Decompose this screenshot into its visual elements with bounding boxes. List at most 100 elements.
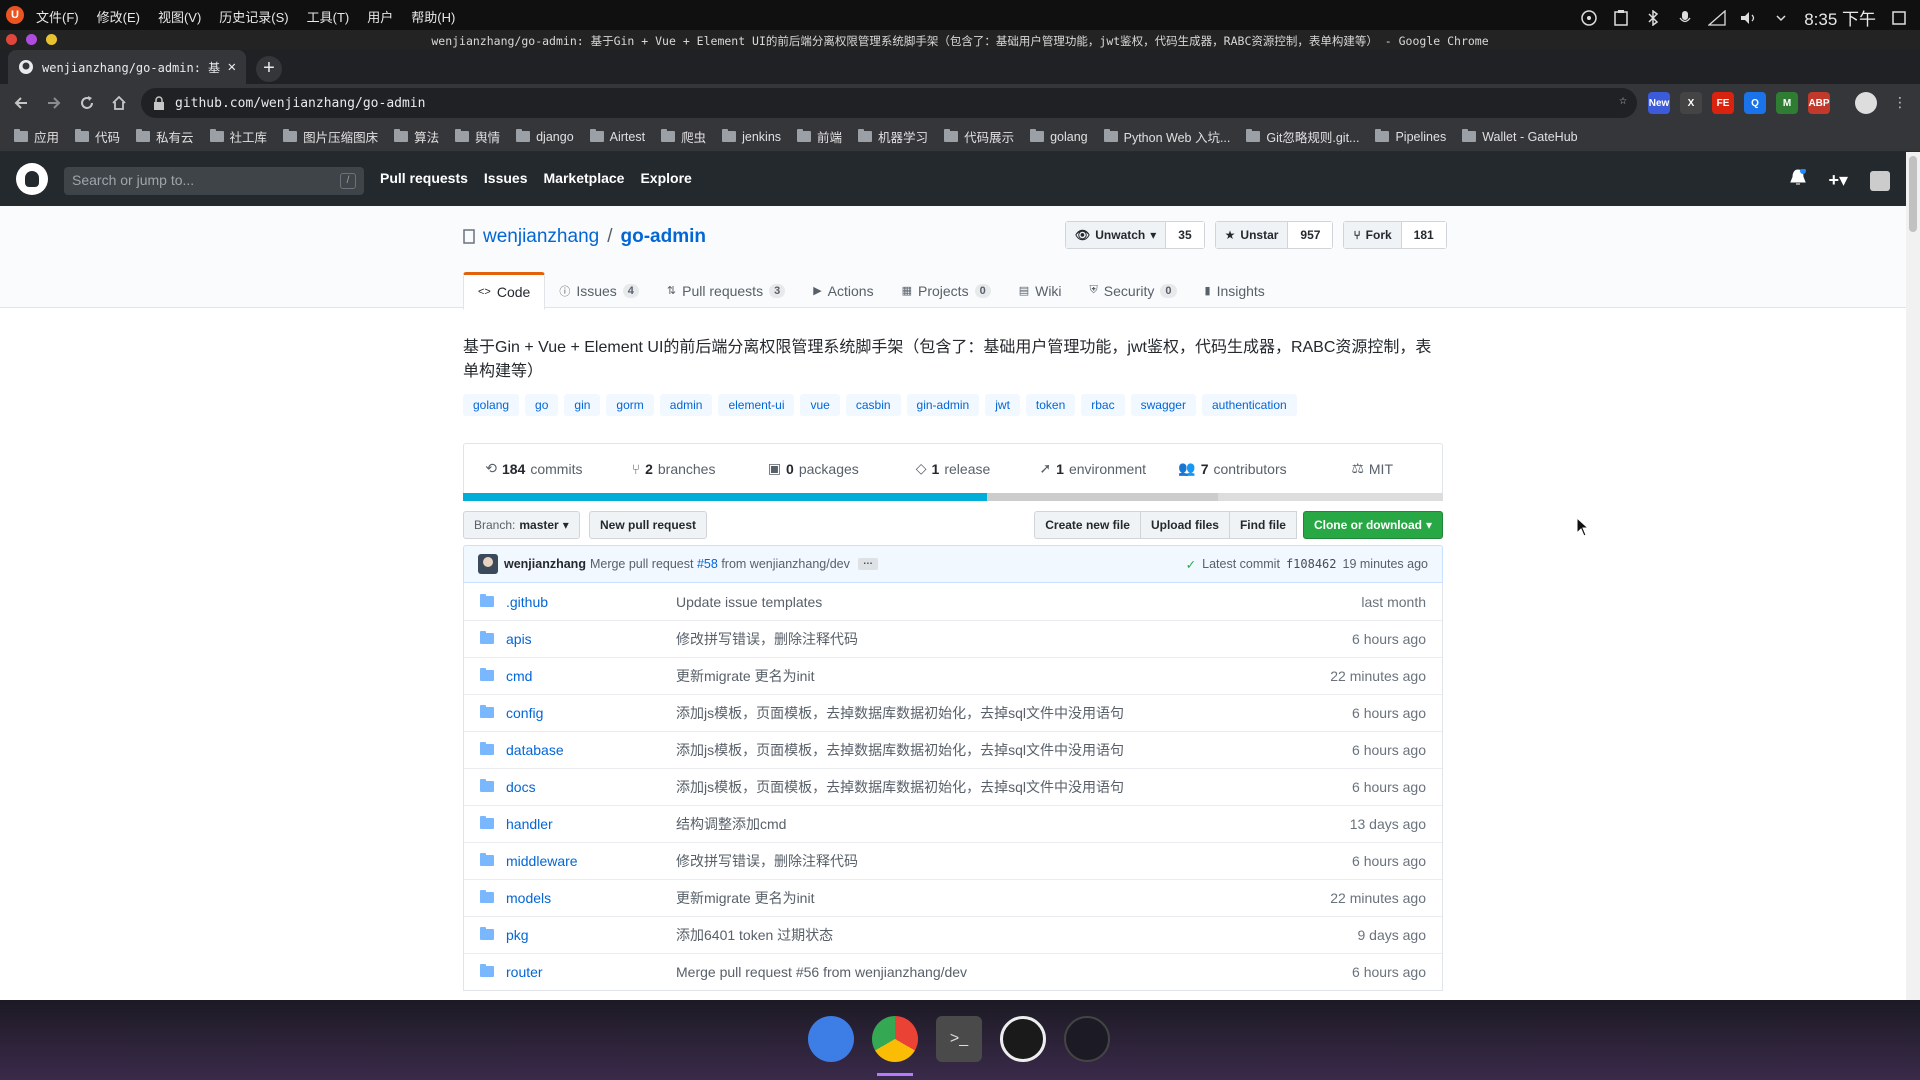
- bookmark-item[interactable]: 前端: [797, 127, 842, 146]
- forks-count[interactable]: 181: [1401, 222, 1446, 248]
- os-logo-icon[interactable]: U: [6, 6, 24, 24]
- language-segment[interactable]: [1217, 493, 1443, 501]
- bookmark-item[interactable]: 代码: [75, 127, 120, 146]
- table-row[interactable]: models 更新migrate 更名为init 22 minutes ago: [464, 879, 1442, 916]
- os-menu-item[interactable]: 文件(F): [36, 7, 79, 26]
- bookmark-item[interactable]: 应用: [14, 127, 59, 146]
- commit-message-prefix[interactable]: Merge pull request: [590, 557, 694, 571]
- tab-insights[interactable]: ▮ Insights: [1191, 272, 1279, 309]
- repo-owner-link[interactable]: wenjianzhang: [483, 226, 599, 248]
- file-commit-message[interactable]: 修改拼写错误，删除注释代码: [676, 851, 1242, 871]
- expand-commit-button[interactable]: …: [857, 557, 878, 570]
- tab-security[interactable]: ⛨ Security 0: [1076, 272, 1191, 309]
- bookmark-item[interactable]: Python Web 入坑...: [1103, 127, 1230, 146]
- table-row[interactable]: cmd 更新migrate 更名为init 22 minutes ago: [464, 657, 1442, 694]
- tab-projects[interactable]: ▦ Projects 0: [888, 272, 1005, 309]
- topic-tag[interactable]: gorm: [606, 394, 654, 416]
- file-commit-message[interactable]: 添加js模板，页面模板，去掉数据库数据初始化，去掉sql文件中没用语句: [676, 777, 1242, 797]
- clipboard-tray-icon[interactable]: [1612, 9, 1630, 27]
- volume-tray-icon[interactable]: [1740, 9, 1758, 27]
- unstar-button[interactable]: ★ Unstar: [1215, 222, 1289, 248]
- bookmark-item[interactable]: 机器学习: [858, 127, 928, 146]
- clock[interactable]: 8:35 下午: [1804, 5, 1876, 30]
- file-commit-message[interactable]: 添加js模板，页面模板，去掉数据库数据初始化，去掉sql文件中没用语句: [676, 703, 1242, 723]
- topic-tag[interactable]: rbac: [1081, 394, 1125, 416]
- back-icon[interactable]: [10, 92, 32, 114]
- os-menu-item[interactable]: 历史记录(S): [219, 7, 288, 26]
- terminal-app-icon[interactable]: >_: [936, 1016, 982, 1062]
- os-menu-item[interactable]: 用户: [367, 7, 393, 26]
- bookmark-item[interactable]: jenkins: [722, 129, 781, 144]
- unwatch-button[interactable]: 👁 Unwatch ▾: [1066, 222, 1167, 248]
- file-name-link[interactable]: cmd: [506, 668, 676, 684]
- header-nav-link[interactable]: Issues: [484, 170, 528, 186]
- bluetooth-tray-icon[interactable]: [1644, 9, 1662, 27]
- file-name-link[interactable]: middleware: [506, 853, 676, 869]
- bookmark-item[interactable]: 图片压缩图床: [283, 127, 378, 146]
- obs-app-icon[interactable]: [1000, 1016, 1046, 1062]
- header-nav-link[interactable]: Explore: [640, 170, 691, 186]
- chrome-menu-icon[interactable]: ⋮: [1893, 94, 1907, 111]
- file-name-link[interactable]: config: [506, 705, 676, 721]
- topic-tag[interactable]: go: [525, 394, 559, 416]
- header-nav-link[interactable]: Marketplace: [544, 170, 625, 186]
- table-row[interactable]: apis 修改拼写错误，删除注释代码 6 hours ago: [464, 620, 1442, 657]
- search-input[interactable]: Search or jump to... /: [64, 167, 364, 195]
- window-restore-icon[interactable]: [1890, 9, 1908, 27]
- bookmark-item[interactable]: 社工库: [209, 127, 267, 146]
- home-icon[interactable]: [108, 92, 130, 114]
- bookmark-item[interactable]: 舆情: [455, 127, 500, 146]
- file-name-link[interactable]: apis: [506, 631, 676, 647]
- github-logo-icon[interactable]: [16, 163, 48, 195]
- address-bar[interactable]: github.com/wenjianzhang/go-admin ☆: [141, 88, 1637, 118]
- bookmark-item[interactable]: django: [516, 129, 574, 144]
- file-commit-message[interactable]: 更新migrate 更名为init: [676, 666, 1242, 686]
- new-tab-button[interactable]: +: [256, 56, 282, 82]
- clone-or-download-button[interactable]: Clone or download ▾: [1302, 511, 1443, 539]
- commit-sha-link[interactable]: f108462: [1286, 557, 1337, 571]
- file-name-link[interactable]: router: [506, 964, 676, 980]
- os-menu-item[interactable]: 帮助(H): [411, 7, 455, 26]
- branch-select-button[interactable]: Branch: master ▾: [463, 511, 580, 539]
- topic-tag[interactable]: jwt: [985, 394, 1020, 416]
- bookmark-item[interactable]: Git忽略规则.git...: [1246, 127, 1359, 146]
- wifi-tray-icon[interactable]: [1708, 9, 1726, 27]
- environments-link[interactable]: ➚ 1 environment: [1023, 444, 1163, 493]
- table-row[interactable]: middleware 修改拼写错误，删除注释代码 6 hours ago: [464, 842, 1442, 879]
- bookmark-item[interactable]: 算法: [394, 127, 439, 146]
- browser-tab-active[interactable]: wenjianzhang/go-admin: 基 ✕: [8, 50, 246, 84]
- repo-name-link[interactable]: go-admin: [620, 226, 706, 248]
- bookmark-item[interactable]: 爬虫: [661, 127, 706, 146]
- file-commit-message[interactable]: 更新migrate 更名为init: [676, 888, 1242, 908]
- extension-icon[interactable]: M: [1776, 92, 1798, 114]
- commits-link[interactable]: ⟲ 184 commits: [464, 444, 604, 493]
- files-app-icon[interactable]: [808, 1016, 854, 1062]
- obs-tray-icon[interactable]: [1580, 9, 1598, 27]
- os-menu-item[interactable]: 工具(T): [307, 7, 350, 26]
- create-new-file-button[interactable]: Create new file: [1034, 511, 1141, 539]
- file-commit-message[interactable]: 添加js模板，页面模板，去掉数据库数据初始化，去掉sql文件中没用语句: [676, 740, 1242, 760]
- microphone-tray-icon[interactable]: [1676, 9, 1694, 27]
- language-segment[interactable]: [463, 493, 988, 501]
- bookmark-item[interactable]: golang: [1030, 129, 1088, 144]
- topic-tag[interactable]: golang: [463, 394, 520, 416]
- table-row[interactable]: database 添加js模板，页面模板，去掉数据库数据初始化，去掉sql文件中没…: [464, 731, 1442, 768]
- forward-icon[interactable]: [43, 92, 65, 114]
- extension-icon[interactable]: Q: [1744, 92, 1766, 114]
- releases-link[interactable]: ◇ 1 release: [883, 444, 1023, 493]
- url-text[interactable]: github.com/wenjianzhang/go-admin: [175, 96, 425, 111]
- bookmark-item[interactable]: Pipelines: [1375, 129, 1446, 144]
- create-new-plus-icon[interactable]: +▾: [1828, 170, 1848, 191]
- chevron-down-icon[interactable]: [1772, 9, 1790, 27]
- file-commit-message[interactable]: 结构调整添加cmd: [676, 814, 1242, 834]
- topic-tag[interactable]: vue: [800, 394, 840, 416]
- file-name-link[interactable]: docs: [506, 779, 676, 795]
- language-bar[interactable]: [463, 493, 1443, 501]
- bookmark-item[interactable]: Wallet - GateHub: [1462, 129, 1578, 144]
- topic-tag[interactable]: gin: [564, 394, 601, 416]
- table-row[interactable]: router Merge pull request #56 from wenjia…: [464, 953, 1442, 990]
- bookmark-item[interactable]: 私有云: [136, 127, 194, 146]
- table-row[interactable]: pkg 添加6401 token 过期状态 9 days ago: [464, 916, 1442, 953]
- extension-icon[interactable]: New: [1648, 92, 1670, 114]
- commit-pr-link[interactable]: #58: [697, 557, 718, 571]
